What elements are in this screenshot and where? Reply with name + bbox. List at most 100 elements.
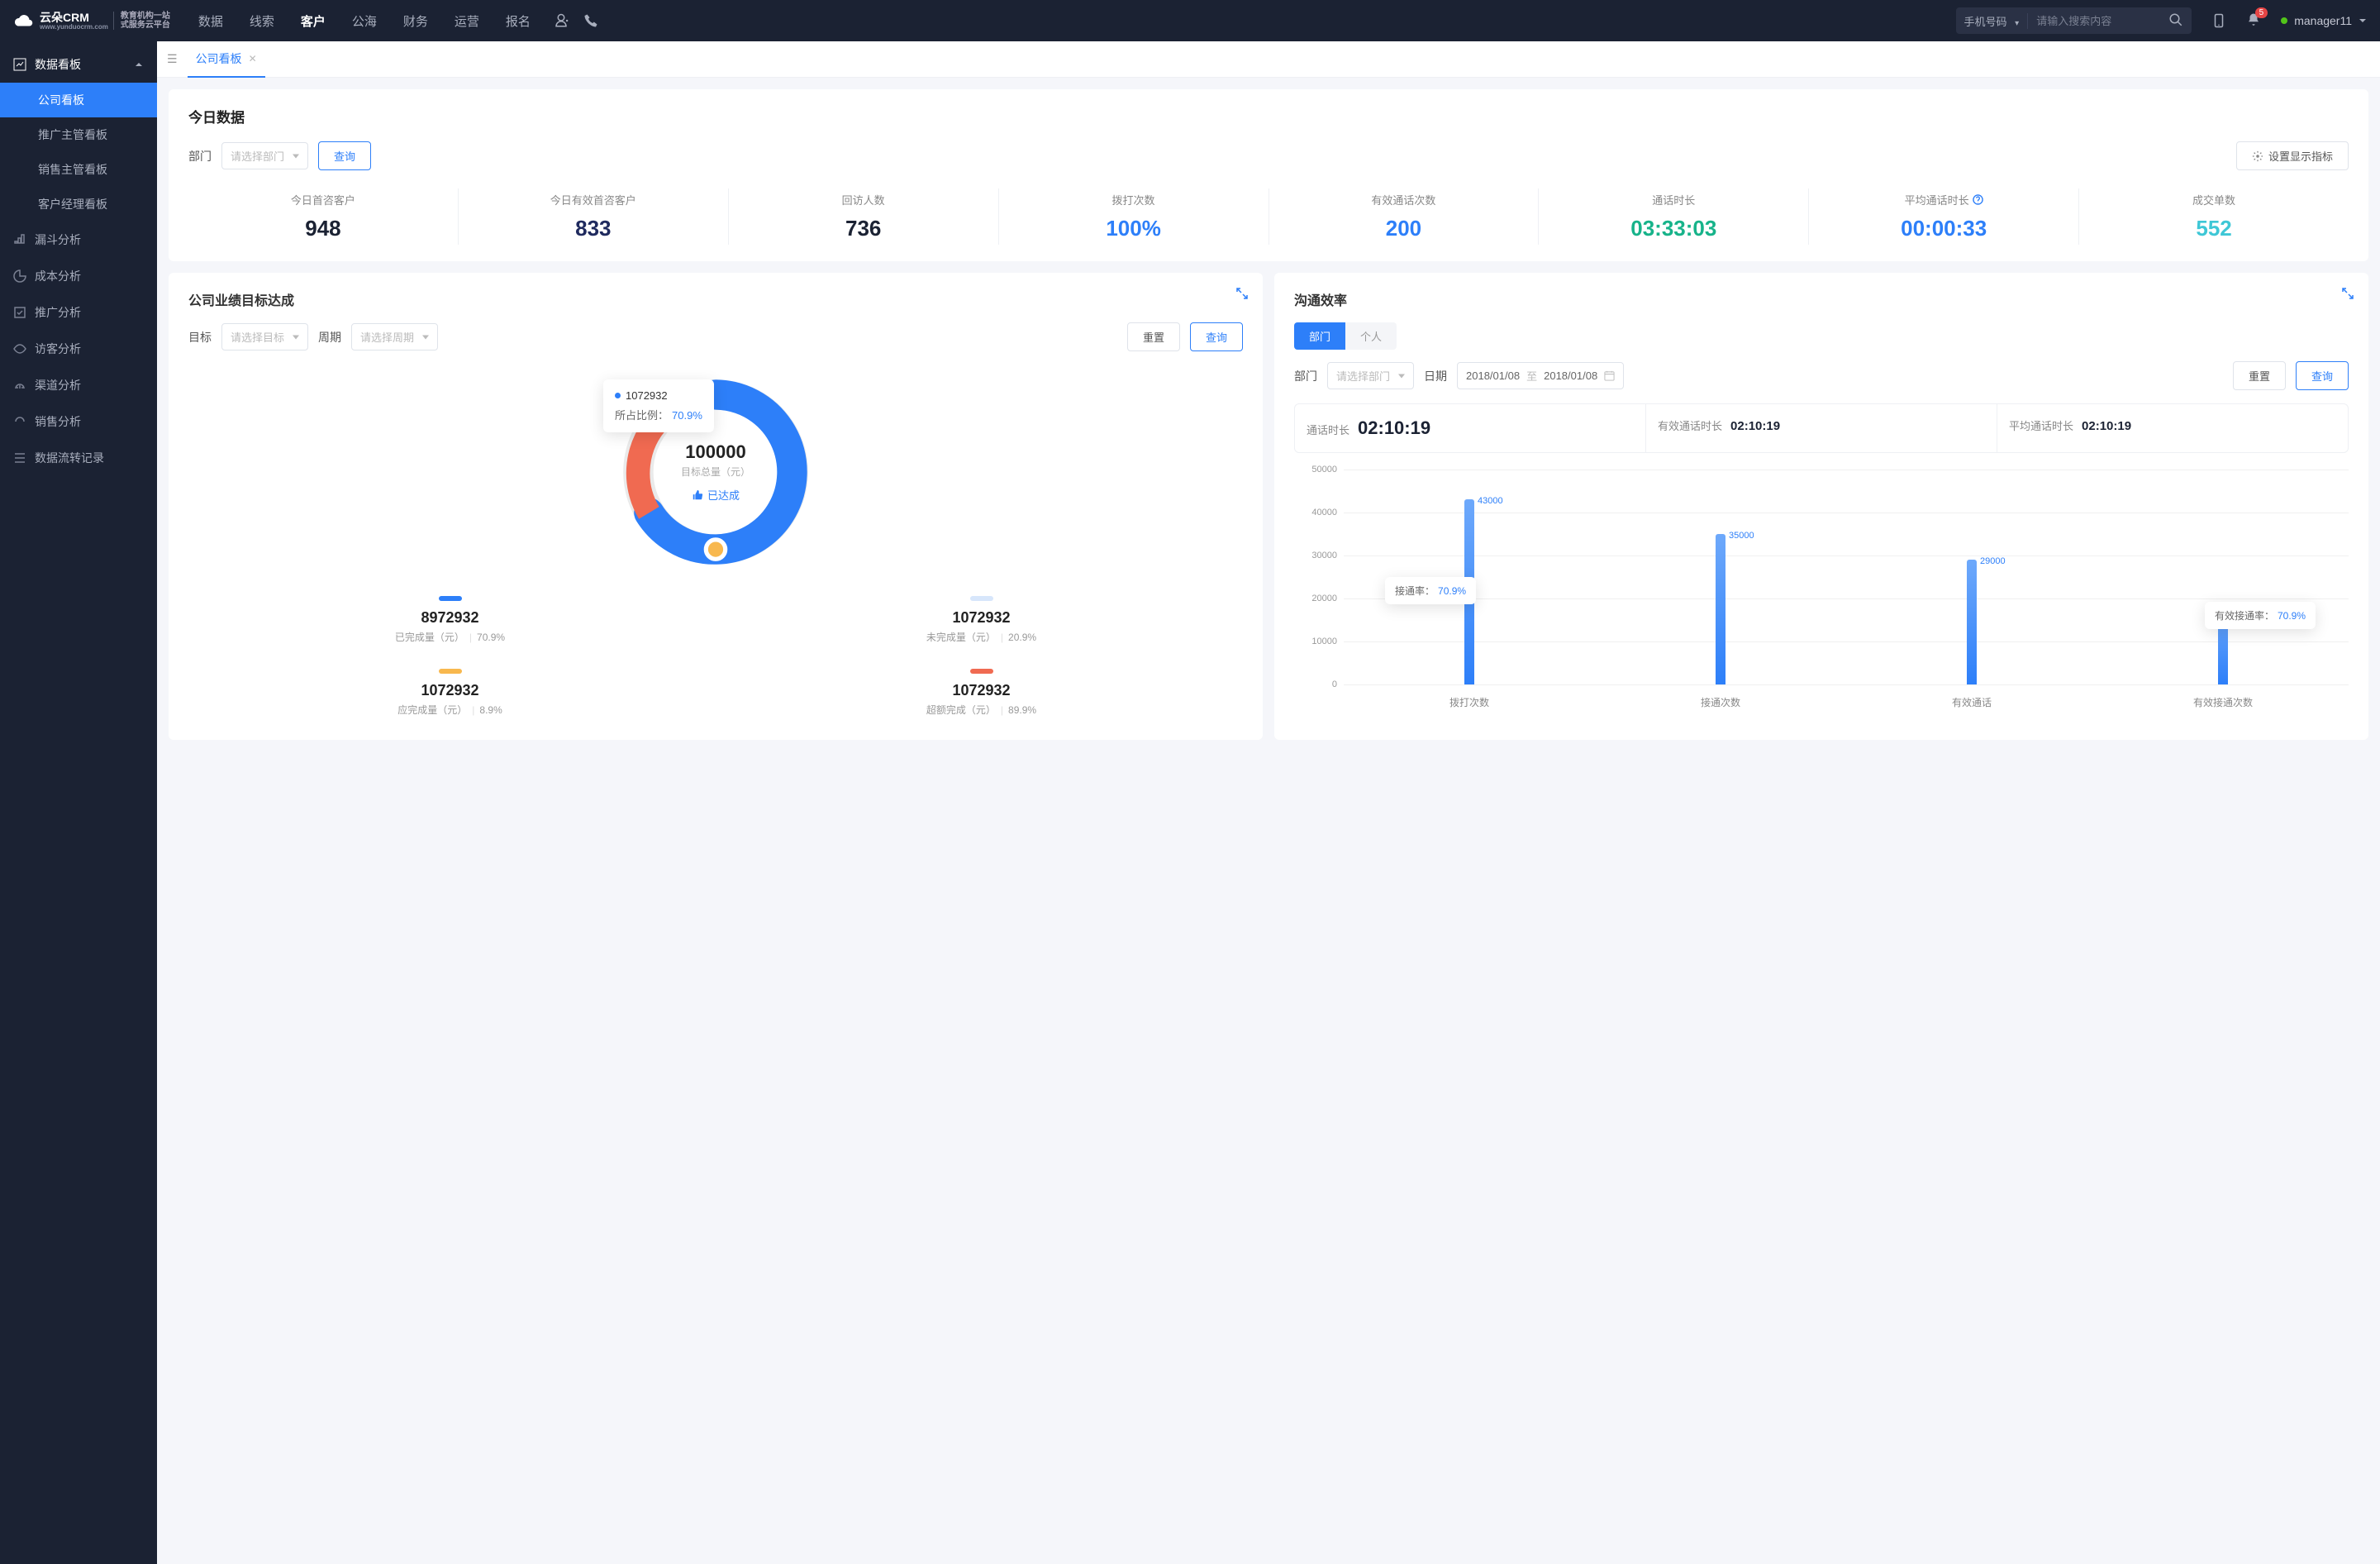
nav-item-6[interactable]: 报名 bbox=[502, 1, 534, 41]
sidebar-toggle-icon[interactable]: ☰ bbox=[167, 52, 178, 66]
expand-icon[interactable] bbox=[1236, 288, 1248, 299]
communication-panel: 沟通效率 部门 个人 部门 请选择部门 日期 2018/01/08 bbox=[1274, 273, 2368, 740]
nav-item-3[interactable]: 公海 bbox=[349, 1, 380, 41]
content-scroll: 今日数据 部门 请选择部门 查询 设置显示指标 今日首咨客户948今日有效首咨客… bbox=[157, 78, 2380, 1564]
sidebar-icon bbox=[13, 342, 26, 355]
legend-item: 1072932超额完成（元）|89.9% bbox=[720, 669, 1243, 717]
sidebar-item-1[interactable]: 成本分析 bbox=[0, 258, 157, 294]
stat-label: 成交单数 bbox=[2079, 192, 2349, 207]
y-tick: 30000 bbox=[1311, 551, 1337, 560]
sidebar-sub-2[interactable]: 销售主管看板 bbox=[0, 152, 157, 187]
stat-label: 拨打次数 bbox=[999, 192, 1269, 207]
expand-icon[interactable] bbox=[2342, 288, 2354, 299]
mobile-icon[interactable] bbox=[2211, 13, 2226, 28]
comm-query-button[interactable]: 查询 bbox=[2296, 361, 2349, 390]
dept-label: 部门 bbox=[188, 148, 212, 165]
stat-item: 平均通话时长 00:00:33 bbox=[1809, 188, 2079, 245]
comm-reset-button[interactable]: 重置 bbox=[2233, 361, 2286, 390]
dept-select[interactable]: 请选择部门 bbox=[221, 142, 308, 169]
sidebar-item-2[interactable]: 推广分析 bbox=[0, 294, 157, 331]
search-type-select[interactable]: 手机号码 ▾ bbox=[1956, 13, 2029, 29]
performance-title: 公司业绩目标达成 bbox=[188, 289, 1243, 309]
sidebar-icon bbox=[13, 306, 26, 319]
global-search: 手机号码 ▾ bbox=[1956, 7, 2192, 34]
communication-kpis: 通话时长02:10:19有效通话时长02:10:19平均通话时长02:10:19 bbox=[1294, 403, 2349, 453]
stat-item: 今日首咨客户948 bbox=[188, 188, 459, 245]
stat-item: 成交单数552 bbox=[2079, 188, 2349, 245]
performance-reset-button[interactable]: 重置 bbox=[1127, 322, 1180, 351]
legend-item: 1072932未完成量（元）|20.9% bbox=[720, 596, 1243, 644]
sidebar-item-5[interactable]: 销售分析 bbox=[0, 403, 157, 440]
phone-icon[interactable] bbox=[583, 13, 598, 28]
sidebar-icon bbox=[13, 415, 26, 428]
sidebar-item-0[interactable]: 漏斗分析 bbox=[0, 222, 157, 258]
today-title: 今日数据 bbox=[188, 106, 2349, 126]
main-nav: 数据线索客户公海财务运营报名 bbox=[195, 1, 534, 41]
sidebar-sub-3[interactable]: 客户经理看板 bbox=[0, 187, 157, 222]
tab-close-icon[interactable]: ✕ bbox=[249, 53, 257, 64]
search-button[interactable] bbox=[2160, 12, 2192, 30]
performance-query-button[interactable]: 查询 bbox=[1190, 322, 1243, 351]
today-card: 今日数据 部门 请选择部门 查询 设置显示指标 今日首咨客户948今日有效首咨客… bbox=[169, 89, 2368, 261]
x-label: 接通次数 bbox=[1595, 695, 1846, 709]
stat-value: 736 bbox=[729, 216, 998, 241]
logo[interactable]: 云朵CRM www.yunduocrm.com 教育机构一站式服务云平台 bbox=[13, 12, 170, 31]
today-filter-row: 部门 请选择部门 查询 设置显示指标 bbox=[188, 141, 2349, 170]
sidebar-sub-0[interactable]: 公司看板 bbox=[0, 83, 157, 117]
nav-item-5[interactable]: 运营 bbox=[451, 1, 483, 41]
sidebar-item-4[interactable]: 渠道分析 bbox=[0, 367, 157, 403]
tab-company-dashboard[interactable]: 公司看板 ✕ bbox=[188, 41, 265, 78]
dashboard-icon bbox=[13, 58, 26, 71]
period-select[interactable]: 请选择周期 bbox=[351, 323, 438, 350]
sidebar-item-3[interactable]: 访客分析 bbox=[0, 331, 157, 367]
logo-text: 云朵CRM bbox=[40, 12, 108, 23]
bar: 29000 bbox=[1967, 560, 1977, 684]
stat-label: 平均通话时长 bbox=[1809, 192, 2078, 207]
dept-person-toggle: 部门 个人 bbox=[1294, 322, 1397, 350]
y-tick: 40000 bbox=[1311, 508, 1337, 517]
x-label: 有效接通次数 bbox=[2097, 695, 2349, 709]
cloud-icon bbox=[13, 13, 35, 28]
search-input[interactable] bbox=[2028, 15, 2160, 27]
stat-label: 通话时长 bbox=[1539, 192, 1808, 207]
notifications-button[interactable]: 5 bbox=[2246, 12, 2261, 30]
nav-item-0[interactable]: 数据 bbox=[195, 1, 226, 41]
x-label: 有效通话 bbox=[1846, 695, 2097, 709]
stat-value: 948 bbox=[188, 216, 458, 241]
top-header: 云朵CRM www.yunduocrm.com 教育机构一站式服务云平台 数据线… bbox=[0, 0, 2380, 41]
today-stats-row: 今日首咨客户948今日有效首咨客户833回访人数736拨打次数100%有效通话次… bbox=[188, 188, 2349, 245]
date-range-picker[interactable]: 2018/01/08 至 2018/01/08 bbox=[1457, 362, 1624, 389]
communication-title: 沟通效率 bbox=[1294, 289, 2349, 309]
nav-item-2[interactable]: 客户 bbox=[298, 1, 329, 41]
settings-indicators-button[interactable]: 设置显示指标 bbox=[2236, 141, 2349, 170]
stat-value: 833 bbox=[459, 216, 728, 241]
user-menu[interactable]: manager11 bbox=[2281, 14, 2367, 27]
comm-dept-select[interactable]: 请选择部门 bbox=[1327, 362, 1414, 389]
sidebar-group-dashboard[interactable]: 数据看板 bbox=[0, 46, 157, 83]
chevron-up-icon bbox=[134, 60, 144, 69]
target-select[interactable]: 请选择目标 bbox=[221, 323, 308, 350]
header-right: 5 manager11 bbox=[2211, 12, 2367, 30]
today-query-button[interactable]: 查询 bbox=[318, 141, 371, 170]
chart-tooltip-effective-rate: 有效接通率：70.9% bbox=[2205, 602, 2316, 629]
sidebar-sub-1[interactable]: 推广主管看板 bbox=[0, 117, 157, 152]
sidebar-icon bbox=[13, 451, 26, 465]
chevron-down-icon bbox=[2359, 17, 2367, 25]
seg-person[interactable]: 个人 bbox=[1345, 322, 1397, 350]
logo-url: www.yunduocrm.com bbox=[40, 23, 108, 31]
main-area: ☰ 公司看板 ✕ 今日数据 部门 请选择部门 查询 bbox=[157, 41, 2380, 1564]
add-user-icon[interactable] bbox=[554, 13, 569, 28]
chart-tooltip-connect-rate: 接通率：70.9% bbox=[1385, 577, 1476, 604]
stat-value: 00:00:33 bbox=[1809, 216, 2078, 241]
nav-item-4[interactable]: 财务 bbox=[400, 1, 431, 41]
performance-controls: 目标 请选择目标 周期 请选择周期 重置 查询 bbox=[188, 322, 1243, 351]
header-action-icons bbox=[554, 13, 598, 28]
panels-row: 公司业绩目标达成 目标 请选择目标 周期 请选择周期 重置 查询 bbox=[169, 273, 2368, 740]
stat-item: 回访人数736 bbox=[729, 188, 999, 245]
seg-dept[interactable]: 部门 bbox=[1294, 322, 1345, 350]
y-tick: 10000 bbox=[1311, 637, 1337, 646]
sidebar-item-6[interactable]: 数据流转记录 bbox=[0, 440, 157, 476]
stat-item: 有效通话次数200 bbox=[1269, 188, 1540, 245]
status-indicator bbox=[2281, 17, 2287, 24]
nav-item-1[interactable]: 线索 bbox=[246, 1, 278, 41]
